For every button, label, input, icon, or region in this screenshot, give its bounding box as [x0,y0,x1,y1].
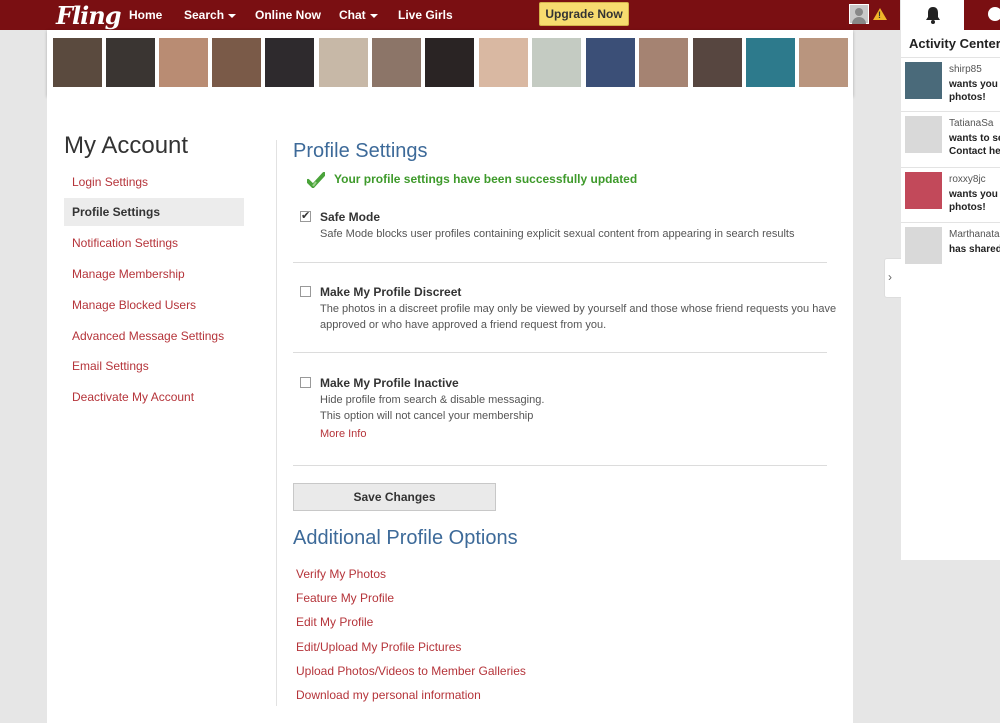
member-photo[interactable] [372,38,421,87]
verify-photos-link[interactable]: Verify My Photos [296,567,386,581]
additional-options-title: Additional Profile Options [293,527,518,549]
member-photo-strip [47,30,853,96]
activity-thumbnail [905,172,942,209]
sidebar-item-notification-settings[interactable]: Notification Settings [64,229,244,257]
member-photo[interactable] [159,38,208,87]
member-photo[interactable] [799,38,848,87]
option-title: Make My Profile Discreet [320,285,462,299]
activity-username: shirp85 [949,64,982,75]
option-description: The photos in a discreet profile may onl… [320,303,837,331]
nav-live-girls[interactable]: Live Girls [398,8,453,22]
option-description: Safe Mode blocks user profiles containin… [320,228,795,240]
chevron-right-icon: › [888,270,892,284]
nav-search-label: Search [184,8,225,22]
activity-username: TatianaSa [949,118,994,129]
upgrade-now-button[interactable]: Upgrade Now [539,2,629,26]
warning-glyph: ! [878,10,881,20]
activity-message-line: Contact her [949,146,1000,157]
chevron-down-icon [369,13,378,18]
download-personal-info-link[interactable]: Download my personal information [296,688,481,702]
member-photo[interactable] [639,38,688,87]
option-description: Hide profile from search & disable messa… [320,392,840,424]
member-photo[interactable] [319,38,368,87]
divider [293,465,827,466]
activity-thumbnail [905,62,942,99]
sidebar-item-advanced-message-settings[interactable]: Advanced Message Settings [64,322,244,350]
edit-profile-link[interactable]: Edit My Profile [296,615,373,629]
activity-message: wants you t photos! [949,78,1000,104]
page-title: My Account [64,132,189,159]
activity-message: wants to se Contact her [949,132,1000,158]
activity-message-line: photos! [949,202,986,213]
member-photo[interactable] [53,38,102,87]
activity-message-line: has shared [949,244,1000,255]
section-title: Profile Settings [293,140,428,162]
member-photo[interactable] [693,38,742,87]
activity-username: Marthanata [949,229,1000,240]
fling-logo[interactable]: Fling [56,1,122,30]
option-description-line: This option will not cancel your members… [320,410,534,422]
upload-to-galleries-link[interactable]: Upload Photos/Videos to Member Galleries [296,664,526,678]
activity-item[interactable]: roxxy8jc wants you t photos! [901,167,1000,222]
member-photo[interactable] [586,38,635,87]
activity-center-title: Activity Center [909,36,1000,51]
warning-icon[interactable]: ! [873,8,887,20]
option-title: Safe Mode [320,210,381,224]
member-photo[interactable] [212,38,261,87]
save-changes-button[interactable]: Save Changes [293,483,496,511]
nav-chat[interactable]: Chat [339,8,378,22]
sidebar-item-login-settings[interactable]: Login Settings [64,168,244,196]
sidebar-item-deactivate-account[interactable]: Deactivate My Account [64,383,244,411]
column-divider [276,140,277,706]
more-info-link[interactable]: More Info [320,428,366,440]
nav-search[interactable]: Search [184,8,237,22]
safe-mode-checkbox[interactable] [300,209,311,222]
success-message: Your profile settings have been successf… [334,172,638,186]
member-photo[interactable] [479,38,528,87]
nav-online-now[interactable]: Online Now [255,8,321,22]
activity-thumbnail [905,116,942,153]
success-check-icon [307,172,325,188]
top-nav-bar: Fling Home Search Online Now Chat Live G… [0,0,900,30]
inactive-checkbox[interactable] [300,377,311,388]
sidebar-item-manage-blocked-users[interactable]: Manage Blocked Users [64,291,244,319]
member-photo[interactable] [425,38,474,87]
activity-username: roxxy8jc [949,174,986,185]
bell-icon [926,7,940,24]
main-panel: My Account Login Settings Profile Settin… [47,96,853,723]
member-photo[interactable] [106,38,155,87]
feature-profile-link[interactable]: Feature My Profile [296,591,394,605]
divider [293,352,827,353]
activity-message: wants you t photos! [949,188,1000,214]
activity-item[interactable]: shirp85 wants you t photos! [901,57,1000,110]
sidebar-item-email-settings[interactable]: Email Settings [64,352,244,380]
divider [293,262,827,263]
activity-message-line: wants you t [949,189,1000,200]
activity-item[interactable]: Marthanata has shared [901,222,1000,266]
nav-chat-label: Chat [339,8,366,22]
user-avatar-icon[interactable] [849,4,869,24]
sidebar-item-manage-membership[interactable]: Manage Membership [64,260,244,288]
collapse-panel-handle[interactable]: › [884,258,901,298]
tab-notifications[interactable] [901,0,964,30]
member-photo[interactable] [265,38,314,87]
activity-message-line: wants you t [949,79,1000,90]
activity-message: has shared [949,243,1000,256]
option-title: Make My Profile Inactive [320,376,459,390]
discreet-checkbox[interactable] [300,286,311,297]
sidebar-item-profile-settings[interactable]: Profile Settings [64,198,244,226]
chevron-down-icon [228,13,237,18]
activity-message-line: photos! [949,92,986,103]
activity-message-line: wants to se [949,133,1000,144]
activity-thumbnail [905,227,942,264]
nav-home[interactable]: Home [129,8,162,22]
option-description-line: Hide profile from search & disable messa… [320,394,545,406]
chat-bubble-icon[interactable] [988,7,1000,21]
activity-item[interactable]: TatianaSa wants to se Contact her [901,111,1000,166]
edit-upload-pictures-link[interactable]: Edit/Upload My Profile Pictures [296,640,461,654]
member-photo[interactable] [746,38,795,87]
member-photo[interactable] [532,38,581,87]
